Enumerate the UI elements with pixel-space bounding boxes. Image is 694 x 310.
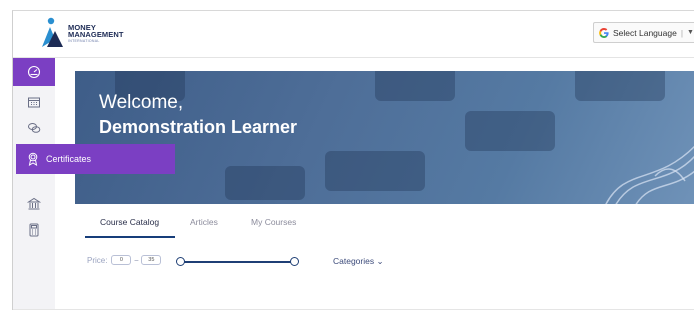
- keyboard-key-shape: [375, 71, 455, 101]
- sidebar-item-calculator[interactable]: [13, 216, 55, 244]
- top-header: MONEY MANAGEMENT INTERNATIONAL Select La…: [13, 11, 694, 58]
- calendar-icon: [28, 97, 40, 108]
- certificate-award-icon: [28, 152, 38, 166]
- sidebar-item-certificates[interactable]: Certificates: [16, 144, 175, 174]
- sidebar-item-messages[interactable]: [13, 114, 55, 142]
- dashboard-gauge-icon: [27, 65, 41, 79]
- language-selector[interactable]: Select Language | ▼: [593, 22, 694, 43]
- keyboard-key-shape: [225, 166, 305, 200]
- slider-min-handle[interactable]: [175, 257, 185, 266]
- keyboard-key-shape: [575, 71, 665, 101]
- price-max-input[interactable]: 35: [141, 255, 162, 265]
- slider-track: [180, 261, 294, 263]
- price-min-input[interactable]: 0: [111, 255, 132, 265]
- catalog-tabs: Course Catalog Articles My Courses: [75, 211, 694, 247]
- google-g-icon: [599, 27, 609, 38]
- tab-course-catalog[interactable]: Course Catalog: [100, 217, 159, 227]
- keyboard-key-shape: [325, 151, 425, 191]
- brand-line-2: MANAGEMENT: [68, 30, 124, 39]
- brand-name: MONEY MANAGEMENT INTERNATIONAL: [68, 24, 124, 45]
- active-tab-indicator: [85, 236, 175, 238]
- brand-subtitle: INTERNATIONAL: [68, 39, 100, 43]
- language-divider: |: [680, 27, 684, 38]
- sidebar-item-label: Certificates: [46, 154, 92, 164]
- learner-name: Demonstration Learner: [99, 117, 298, 137]
- cable-illustration: [605, 145, 694, 204]
- sidebar: [13, 58, 55, 310]
- price-filter: Price: 0 – 35: [87, 255, 162, 265]
- welcome-text: Welcome,: [99, 92, 184, 113]
- price-label: Price:: [87, 255, 108, 265]
- price-range-separator: –: [134, 256, 139, 264]
- tab-articles[interactable]: Articles: [190, 217, 218, 227]
- sidebar-item-calendar[interactable]: [13, 88, 55, 116]
- sidebar-item-bank[interactable]: [13, 190, 55, 218]
- language-label: Select Language: [613, 27, 677, 38]
- app-window: MONEY MANAGEMENT INTERNATIONAL Select La…: [12, 10, 694, 310]
- chat-bubbles-icon: [28, 123, 41, 133]
- keyboard-key-shape: [465, 111, 555, 151]
- bank-icon: [27, 197, 41, 210]
- tab-my-courses[interactable]: My Courses: [251, 217, 296, 227]
- dropdown-arrow-icon: ▼: [687, 29, 694, 36]
- sidebar-item-dashboard[interactable]: [13, 58, 55, 86]
- calculator-icon: [29, 223, 39, 237]
- price-range-slider[interactable]: [174, 255, 300, 269]
- categories-dropdown[interactable]: Categories ⌄: [333, 256, 384, 267]
- slider-max-handle[interactable]: [289, 257, 299, 266]
